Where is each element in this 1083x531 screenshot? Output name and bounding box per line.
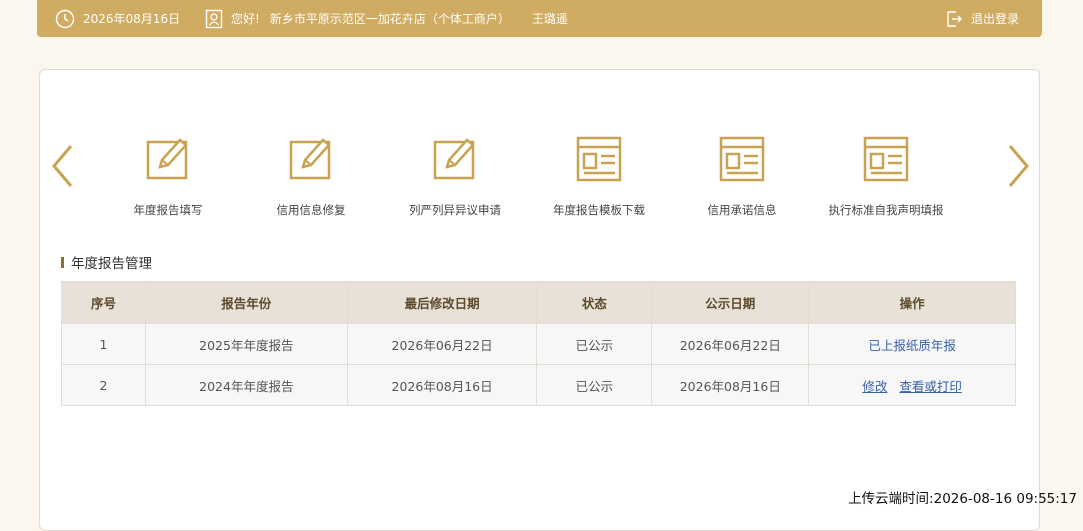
edit-icon — [433, 138, 475, 180]
document-icon — [576, 136, 622, 182]
logout-button[interactable]: 退出登录 — [945, 0, 1019, 37]
column-header: 状态 — [536, 281, 653, 324]
document-icon — [863, 136, 909, 182]
publish-date: 2026年06月22日 — [651, 323, 810, 365]
feature-label: 信用信息修复 — [276, 203, 346, 217]
edit-icon — [146, 138, 188, 180]
user-card-icon — [205, 9, 223, 28]
feature-template-download[interactable]: 年度报告模板下载 — [524, 134, 674, 218]
logout-label: 退出登录 — [971, 12, 1020, 26]
modified-date: 2026年08月16日 — [346, 364, 538, 406]
company-name: 新乡市平原示范区一加花卉店（个体工商户） — [269, 12, 510, 26]
row-number: 2 — [61, 364, 146, 406]
edit-icon — [289, 138, 331, 180]
actions-cell: 修改 查看或打印 — [808, 364, 1016, 406]
logout-icon — [947, 10, 962, 27]
greeting-text: 您好! — [231, 12, 260, 26]
upload-time: 上传云端时间:2026-08-16 09:55:17 — [848, 491, 1077, 507]
actions-cell: 已上报纸质年报 — [808, 323, 1016, 365]
paper-report-link[interactable]: 已上报纸质年报 — [868, 338, 956, 353]
main-card: 年度报告填写 信用信息修复 列严列异异议申请 年度报告模板下载 信用承诺信息 执… — [39, 69, 1040, 531]
feature-objection-apply[interactable]: 列严列异异议申请 — [380, 134, 530, 218]
column-header: 最后修改日期 — [346, 281, 538, 324]
feature-annual-report-fill[interactable]: 年度报告填写 — [93, 134, 243, 218]
feature-credit-repair[interactable]: 信用信息修复 — [236, 134, 386, 218]
section-title: 年度报告管理 — [61, 252, 152, 272]
publish-date: 2026年08月16日 — [651, 364, 810, 406]
column-header: 序号 — [61, 281, 146, 324]
column-header: 公示日期 — [651, 281, 810, 324]
view-print-link[interactable]: 查看或打印 — [899, 379, 962, 394]
table-header-row: 序号 报告年份 最后修改日期 状态 公示日期 操作 — [61, 281, 1016, 324]
feature-credit-commitment[interactable]: 信用承诺信息 — [667, 134, 817, 218]
top-bar: 2026年08月16日 您好! 新乡市平原示范区一加花卉店（个体工商户） 王璐遥… — [37, 0, 1042, 37]
row-number: 1 — [61, 323, 146, 365]
feature-standard-declaration[interactable]: 执行标准自我声明填报 — [811, 134, 961, 218]
chevron-left-icon[interactable] — [48, 142, 78, 190]
table-row: 2 2024年年度报告 2026年08月16日 已公示 2026年08月16日 … — [61, 364, 1016, 406]
annual-report-table: 序号 报告年份 最后修改日期 状态 公示日期 操作 1 2025年年度报告 20… — [61, 281, 1016, 406]
chevron-right-icon[interactable] — [1003, 142, 1033, 190]
report-year: 2025年年度报告 — [144, 323, 348, 365]
user-name: 王璐遥 — [531, 12, 568, 26]
feature-label: 年度报告模板下载 — [553, 203, 645, 217]
modified-date: 2026年06月22日 — [346, 323, 538, 365]
feature-label: 列严列异异议申请 — [409, 203, 501, 217]
section-title-text: 年度报告管理 — [71, 256, 152, 272]
column-header: 报告年份 — [144, 281, 348, 324]
feature-label: 年度报告填写 — [133, 203, 203, 217]
document-icon — [719, 136, 765, 182]
status: 已公示 — [536, 323, 653, 365]
column-header: 操作 — [808, 281, 1016, 324]
date-text: 2026年08月16日 — [83, 12, 181, 26]
date-display: 2026年08月16日 — [55, 0, 180, 37]
section-marker — [61, 256, 64, 268]
report-year: 2024年年度报告 — [144, 364, 348, 406]
feature-label: 执行标准自我声明填报 — [828, 203, 944, 217]
feature-label: 信用承诺信息 — [707, 203, 777, 217]
clock-icon — [55, 9, 75, 28]
edit-link[interactable]: 修改 — [862, 379, 887, 394]
table-row: 1 2025年年度报告 2026年06月22日 已公示 2026年06月22日 … — [61, 323, 1016, 365]
status: 已公示 — [536, 364, 653, 406]
user-info: 您好! 新乡市平原示范区一加花卉店（个体工商户） 王璐遥 — [205, 0, 568, 37]
